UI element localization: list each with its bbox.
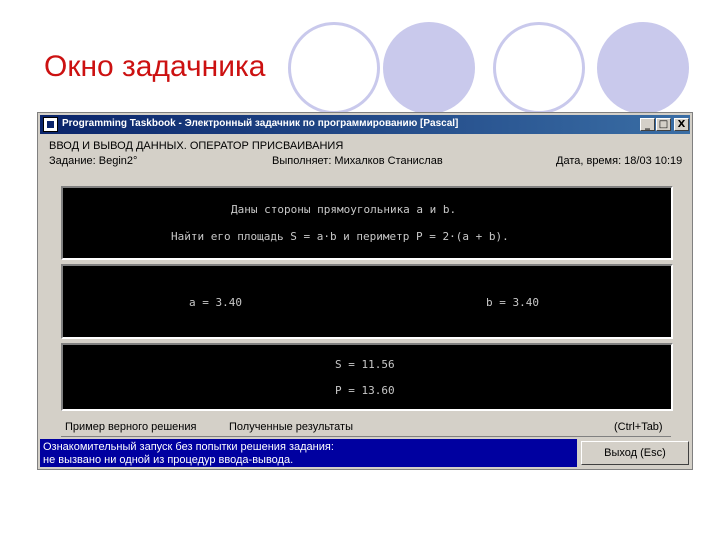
task-label: Задание: Begin2° xyxy=(49,155,138,167)
datetime-label: Дата, время: 18/03 10:19 xyxy=(556,155,683,167)
panel-area: Даны стороны прямоугольника a и b. Найти… xyxy=(61,186,676,411)
close-button[interactable]: X xyxy=(674,118,689,131)
tab-shortcut-hint: (Ctrl+Tab) xyxy=(614,421,663,433)
task-text-line-2: Найти его площадь S = a·b и периметр P =… xyxy=(171,230,509,243)
minimize-button[interactable]: _ xyxy=(640,118,655,131)
tabs-row: Пример верного решения Полученные резуль… xyxy=(61,419,686,439)
exit-button[interactable]: Выход (Esc) xyxy=(581,441,689,465)
decor-circle-1 xyxy=(288,22,380,114)
status-line-1: Ознакомительный запуск без попытки решен… xyxy=(43,441,334,453)
status-message-panel: Ознакомительный запуск без попытки решен… xyxy=(40,439,577,467)
input-b-value: b = 3.40 xyxy=(486,296,539,309)
tab-example-solution[interactable]: Пример верного решения xyxy=(65,421,196,433)
app-icon[interactable] xyxy=(43,117,58,132)
performer-label: Выполняет: Михалков Станислав xyxy=(272,155,443,167)
task-text-line-1: Даны стороны прямоугольника a и b. xyxy=(231,203,457,216)
window-title: Programming Taskbook - Электронный задач… xyxy=(62,118,459,129)
decor-circle-3 xyxy=(493,22,585,114)
maximize-button[interactable]: □ xyxy=(656,118,671,131)
output-data-panel: S = 11.56 P = 13.60 xyxy=(61,343,673,411)
input-data-panel: a = 3.40 b = 3.40 xyxy=(61,264,673,339)
tabs-divider xyxy=(61,436,671,437)
status-bar: Ознакомительный запуск без попытки решен… xyxy=(40,439,690,467)
topic-label: ВВОД И ВЫВОД ДАННЫХ. ОПЕРАТОР ПРИСВАИВАН… xyxy=(49,140,344,152)
task-info: ВВОД И ВЫВОД ДАННЫХ. ОПЕРАТОР ПРИСВАИВАН… xyxy=(40,136,690,183)
task-text-panel: Даны стороны прямоугольника a и b. Найти… xyxy=(61,186,673,260)
window-titlebar[interactable]: Programming Taskbook - Электронный задач… xyxy=(40,115,690,134)
output-p-value: P = 13.60 xyxy=(335,384,395,397)
tab-obtained-results[interactable]: Полученные результаты xyxy=(229,421,353,433)
decor-circle-4 xyxy=(597,22,689,114)
taskbook-window: Programming Taskbook - Электронный задач… xyxy=(37,112,693,470)
status-line-2: не вызвано ни одной из процедур ввода-вы… xyxy=(43,454,294,466)
decor-circle-2 xyxy=(383,22,475,114)
input-a-value: a = 3.40 xyxy=(189,296,242,309)
slide-title: Окно задачника xyxy=(44,50,266,83)
output-s-value: S = 11.56 xyxy=(335,358,395,371)
